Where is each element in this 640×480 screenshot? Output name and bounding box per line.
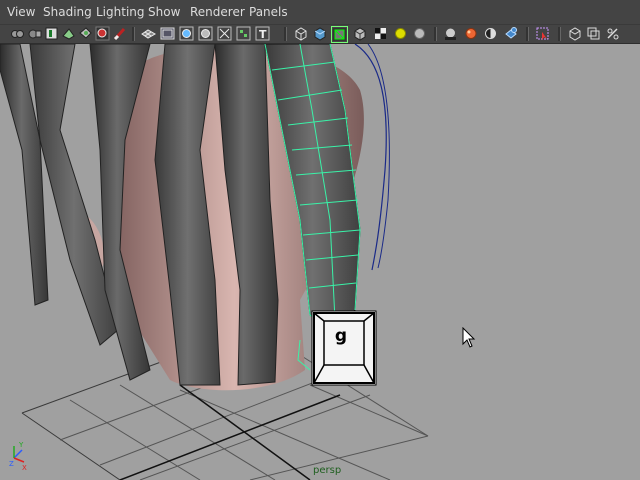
wireframe-on-shaded-icon[interactable] [331,26,348,43]
keystroke-overlay: g [310,309,378,387]
grease-pencil-icon[interactable] [95,26,110,41]
depth-of-field-icon[interactable] [483,26,498,41]
xray-joints-icon[interactable] [535,26,550,41]
axis-gizmo: Y Z X [9,441,27,472]
resolution-gate-icon[interactable] [160,26,175,41]
menu-lighting[interactable]: Lighting [96,5,145,19]
menu-show[interactable]: Show [148,5,180,19]
svg-text:Y: Y [18,441,24,449]
gate-mask-icon[interactable] [179,26,194,41]
camera-tools-icon[interactable] [605,26,620,41]
safe-action-icon[interactable] [217,26,232,41]
2d-pan-zoom-icon[interactable] [78,26,93,41]
grid-icon[interactable] [141,26,157,41]
panel-toolbar: T [0,24,640,44]
menu-panels[interactable]: Panels [249,5,288,19]
svg-text:T: T [259,28,267,41]
motion-blur-icon[interactable] [443,26,458,41]
image-plane-icon[interactable] [61,26,76,41]
key-hint-label: g [334,326,348,346]
menu-shading[interactable]: Shading [43,5,92,19]
camera-name-label: persp [313,465,342,476]
perspective-viewport[interactable]: Y Z X [0,44,640,480]
smooth-shade-icon[interactable] [312,26,327,41]
camera-attributes-icon[interactable] [586,26,601,41]
select-camera-icon[interactable] [10,26,25,41]
use-all-lights-icon[interactable] [373,26,388,41]
xray-components-icon[interactable] [567,26,582,41]
shadows-icon[interactable] [393,26,408,41]
isolate-select-icon[interactable]: T [255,26,270,41]
lock-camera-icon[interactable] [27,26,42,41]
menu-view[interactable]: View [7,5,35,19]
textured-icon[interactable] [352,26,367,41]
svg-text:X: X [22,464,27,472]
screen-space-ao-icon[interactable] [412,26,427,41]
film-gate-icon[interactable] [112,26,127,41]
safe-title-icon[interactable] [236,26,251,41]
mouse-cursor-icon [462,327,476,348]
xray-icon[interactable] [503,26,518,41]
bookmark-icon[interactable] [44,26,59,41]
multisample-aa-icon[interactable] [463,26,478,41]
field-chart-icon[interactable] [198,26,213,41]
svg-text:Z: Z [9,460,14,468]
keycap-icon [311,310,377,386]
viewport-menubar: View Shading Lighting Show Renderer Pane… [0,0,640,24]
menu-renderer[interactable]: Renderer [190,5,245,19]
wireframe-icon[interactable] [293,26,308,41]
